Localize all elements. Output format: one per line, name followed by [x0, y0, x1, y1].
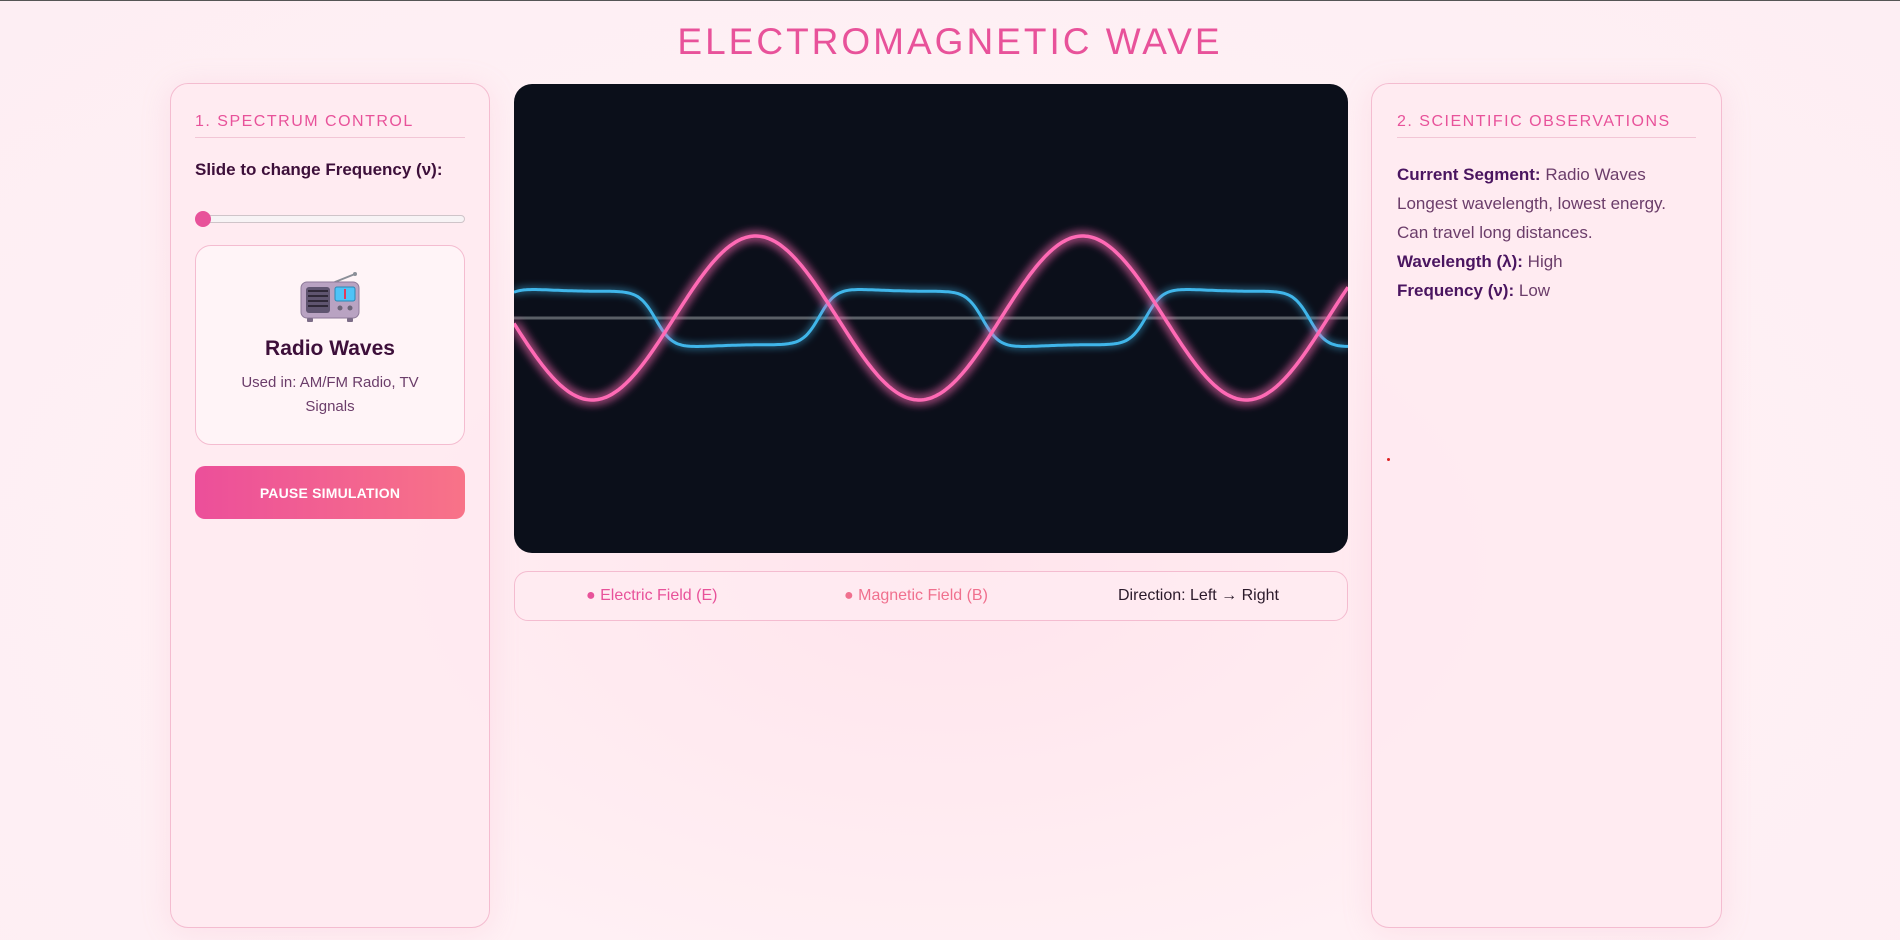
frequency-label: Frequency (ν): — [1397, 281, 1515, 300]
page-title: ELECTROMAGNETIC WAVE — [677, 21, 1223, 62]
wavelength-label: Wavelength (λ): — [1397, 252, 1523, 271]
observation-frequency: Frequency (ν): Low — [1397, 276, 1696, 305]
legend-direction: Direction: Left → Right — [1118, 587, 1279, 604]
radio-icon — [300, 272, 360, 322]
wave-plot — [514, 234, 1348, 402]
wave-type-card: Radio Waves Used in: AM/FM Radio, TV Sig… — [195, 245, 465, 445]
observations-panel: 2. SCIENTIFIC OBSERVATIONS Current Segme… — [1371, 83, 1722, 928]
frequency-slider-label: Slide to change Frequency (ν): — [195, 160, 443, 179]
frequency-slider-thumb[interactable] — [195, 211, 211, 227]
wave-legend: ● Electric Field (E) ● Magnetic Field (B… — [514, 571, 1348, 621]
segment-label: Current Segment: — [1397, 165, 1541, 184]
pause-simulation-button[interactable]: PAUSE SIMULATION — [195, 466, 465, 519]
observation-wavelength: Wavelength (λ): High — [1397, 247, 1696, 276]
observation-description: Longest wavelength, lowest energy. Can t… — [1397, 194, 1667, 242]
wave-canvas — [514, 84, 1348, 553]
observations-body: Current Segment: Radio Waves Longest wav… — [1397, 160, 1696, 305]
observation-segment: Current Segment: Radio Waves — [1397, 160, 1696, 189]
legend-electric-field: ● Electric Field (E) — [586, 587, 718, 604]
segment-value: Radio Waves — [1545, 165, 1646, 184]
cursor-dot — [1387, 458, 1390, 461]
observations-heading: 2. SCIENTIFIC OBSERVATIONS — [1397, 113, 1696, 138]
wavelength-value: High — [1527, 252, 1563, 271]
frequency-value: Low — [1518, 281, 1551, 300]
frequency-slider[interactable] — [195, 211, 465, 227]
legend-magnetic-field: ● Magnetic Field (B) — [844, 587, 988, 604]
spectrum-control-heading: 1. SPECTRUM CONTROL — [195, 113, 465, 138]
wave-type-usage: Used in: AM/FM Radio, TV Signals — [241, 374, 419, 415]
spectrum-control-panel: 1. SPECTRUM CONTROL Slide to change Freq… — [170, 83, 490, 928]
wave-type-name: Radio Waves — [265, 337, 395, 360]
